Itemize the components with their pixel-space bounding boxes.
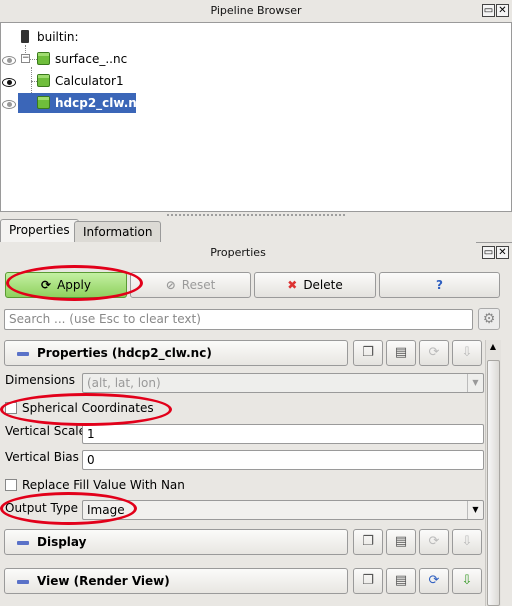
visibility-eye-icon[interactable]	[2, 78, 16, 87]
cube-icon	[37, 96, 50, 109]
replace-fill-checkbox[interactable]	[5, 479, 17, 491]
copy-icon[interactable]: ❐	[353, 568, 383, 594]
tree-item-label: builtin:	[37, 30, 79, 44]
float-icon[interactable]: ▭	[482, 246, 495, 259]
copy-icon[interactable]: ❐	[353, 529, 383, 555]
delete-icon: ✖	[287, 278, 298, 292]
tree-item-label: Calculator1	[55, 74, 124, 88]
delete-button[interactable]: ✖ Delete	[254, 272, 376, 298]
properties-dock-buttons: ▭ ✕	[482, 246, 509, 259]
restore-defaults-icon[interactable]: ⟳	[419, 568, 449, 594]
server-icon	[21, 30, 29, 43]
output-type-select[interactable]: Image ▼	[82, 500, 484, 520]
reset-icon: ⊘	[165, 278, 176, 292]
scrollbar-thumb[interactable]	[487, 360, 500, 606]
tab-information[interactable]: Information	[74, 221, 162, 243]
save-defaults-icon[interactable]: ⇩	[452, 529, 482, 555]
chevron-down-icon: ▼	[467, 374, 483, 392]
cube-icon	[37, 52, 50, 65]
tab-properties[interactable]: Properties	[0, 219, 79, 243]
pipeline-browser-title: Pipeline Browser	[0, 0, 512, 22]
collapse-dash-icon	[17, 351, 29, 356]
section-properties[interactable]: Properties (hdcp2_clw.nc)	[4, 340, 348, 366]
reset-button[interactable]: ⊘ Reset	[130, 272, 251, 298]
vertical-bias-label: Vertical Bias	[5, 450, 79, 464]
apply-icon: ⟳	[41, 278, 52, 292]
tree-item-hdcp2[interactable]: hdcp2_clw.nc	[18, 93, 144, 113]
restore-defaults-icon[interactable]: ⟳	[419, 340, 449, 366]
properties-panel-title: Properties	[0, 242, 476, 264]
close-icon[interactable]: ✕	[496, 246, 509, 259]
dimensions-label: Dimensions	[5, 373, 76, 387]
paste-icon[interactable]: ▤	[386, 568, 416, 594]
paste-icon[interactable]: ▤	[386, 529, 416, 555]
vertical-bias-input[interactable]: 0	[82, 450, 484, 470]
output-type-label: Output Type	[5, 501, 79, 515]
section-display[interactable]: Display	[4, 529, 348, 555]
pipeline-tree[interactable]: builtin: − surface_..nc Calculator1 hdcp…	[0, 22, 512, 212]
help-button[interactable]: ?	[379, 272, 500, 298]
scroll-up-icon[interactable]: ▲	[488, 342, 498, 352]
collapse-dash-icon	[17, 540, 29, 545]
pipeline-dock-buttons: ▭ ✕	[482, 4, 509, 17]
replace-fill-label: Replace Fill Value With Nan	[22, 478, 185, 492]
copy-icon[interactable]: ❐	[353, 340, 383, 366]
close-icon[interactable]: ✕	[496, 4, 509, 17]
visibility-eye-icon[interactable]	[2, 56, 16, 65]
visibility-eye-icon[interactable]	[2, 100, 16, 109]
dimensions-select[interactable]: (alt, lat, lon) ▼	[82, 373, 484, 393]
gear-icon[interactable]: ⚙	[478, 308, 500, 330]
splitter-grip[interactable]	[166, 213, 346, 217]
tree-item-label: hdcp2_clw.nc	[55, 96, 144, 110]
apply-button[interactable]: ⟳ Apply	[5, 272, 127, 298]
restore-defaults-icon[interactable]: ⟳	[419, 529, 449, 555]
cube-icon	[37, 74, 50, 87]
spherical-coordinates-checkbox[interactable]	[5, 402, 17, 414]
paste-icon[interactable]: ▤	[386, 340, 416, 366]
spherical-coordinates-label: Spherical Coordinates	[22, 401, 154, 415]
save-defaults-icon[interactable]: ⇩	[452, 568, 482, 594]
section-view[interactable]: View (Render View)	[4, 568, 348, 594]
float-icon[interactable]: ▭	[482, 4, 495, 17]
save-defaults-icon[interactable]: ⇩	[452, 340, 482, 366]
tree-item-label: surface_..nc	[55, 52, 128, 66]
vertical-scale-label: Vertical Scale	[5, 424, 87, 438]
collapse-dash-icon	[17, 579, 29, 584]
chevron-down-icon: ▼	[467, 501, 483, 519]
search-input[interactable]: Search ... (use Esc to clear text)	[4, 309, 473, 330]
collapse-icon[interactable]: −	[21, 54, 30, 63]
vertical-scale-input[interactable]: 1	[82, 424, 484, 444]
